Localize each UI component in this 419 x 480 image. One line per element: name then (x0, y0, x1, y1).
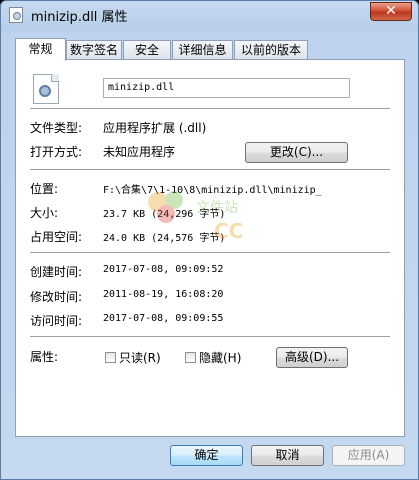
attributes-label: 属性: (30, 350, 59, 364)
separator (30, 336, 390, 337)
readonly-label[interactable]: 只读(R) (119, 349, 161, 366)
created-label: 创建时间: (30, 265, 83, 279)
file-icon (33, 74, 59, 104)
size-on-disk-label: 占用空间: (30, 230, 83, 244)
opens-with-label: 打开方式: (30, 145, 83, 159)
separator (30, 108, 390, 109)
tab-previous-versions[interactable]: 以前的版本 (234, 40, 308, 60)
size-label: 大小: (30, 206, 59, 220)
hidden-checkbox[interactable] (185, 352, 196, 363)
accessed-label: 访问时间: (30, 314, 83, 328)
general-panel: minizip.dll 文件类型: 应用程序扩展 (.dll) 打开方式: 未知… (15, 59, 405, 437)
properties-dialog: minizip.dll 属性 ✕ 常规 数字签名 安全 详细信息 以前的版本 m… (0, 0, 419, 480)
dll-file-icon (9, 7, 23, 23)
size-value: 23.7 KB (24,296 字节) (103, 209, 226, 220)
modified-label: 修改时间: (30, 290, 83, 304)
location-label: 位置: (30, 182, 59, 196)
apply-button[interactable]: 应用(A) (332, 445, 405, 466)
cancel-button[interactable]: 取消 (251, 445, 324, 466)
file-type-label: 文件类型: (30, 121, 83, 135)
created-value: 2017-07-08, 09:09:52 (103, 264, 224, 275)
modified-value: 2011-08-19, 16:08:20 (103, 289, 224, 300)
ok-button[interactable]: 确定 (170, 445, 243, 466)
separator (30, 252, 390, 253)
accessed-value: 2017-07-08, 09:09:55 (103, 313, 224, 324)
separator (30, 169, 390, 170)
tab-details[interactable]: 详细信息 (172, 40, 233, 60)
tab-digital-signatures[interactable]: 数字签名 (66, 40, 122, 60)
opens-with-value: 未知应用程序 (103, 145, 176, 159)
hidden-label[interactable]: 隐藏(H) (199, 349, 241, 366)
location-value: F:\合集\7\1-10\8\minizip.dll\minizip_ (103, 185, 322, 196)
readonly-checkbox[interactable] (105, 352, 116, 363)
file-name-field[interactable]: minizip.dll (103, 78, 350, 98)
file-type-value: 应用程序扩展 (.dll) (103, 121, 207, 135)
title-bar[interactable]: minizip.dll 属性 ✕ (1, 1, 418, 29)
tab-security[interactable]: 安全 (123, 40, 171, 60)
advanced-button[interactable]: 高级(D)... (276, 347, 348, 368)
change-button[interactable]: 更改(C)... (245, 142, 348, 163)
window-title: minizip.dll 属性 (31, 10, 128, 25)
size-on-disk-value: 24.0 KB (24,576 字节) (103, 233, 226, 244)
tab-general[interactable]: 常规 (15, 38, 66, 61)
close-button[interactable]: ✕ (370, 2, 412, 21)
